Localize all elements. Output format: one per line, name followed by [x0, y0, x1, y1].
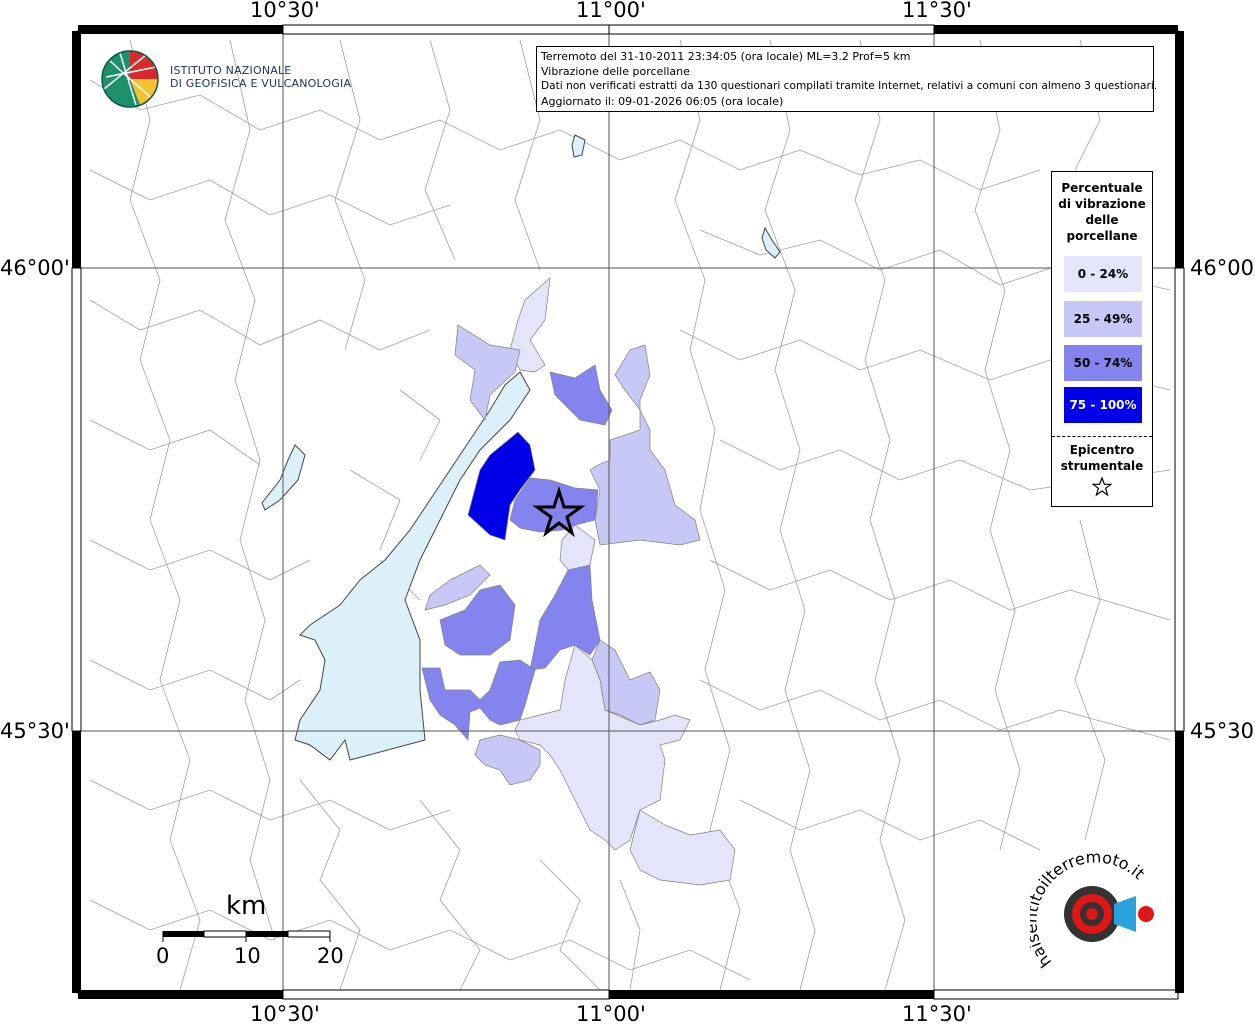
legend-class-25-49: 25 - 49% — [1064, 301, 1142, 337]
legend-title-line-4: porcellane — [1066, 229, 1138, 243]
ingv-line-1: Istituto Nazionale — [170, 64, 292, 77]
legend-title-line-3: delle — [1085, 213, 1119, 227]
scale-unit-label: km — [226, 891, 267, 921]
lon-label-top-2: 11°00' — [576, 0, 646, 22]
legend-class-0-24: 0 - 24% — [1064, 256, 1142, 292]
legend-title-line-2: di vibrazione — [1058, 197, 1146, 211]
legend-class-label: 25 - 49% — [1073, 312, 1133, 326]
legend-epi-line-2: strumentale — [1060, 459, 1144, 473]
legend-class-50-74: 50 - 74% — [1064, 345, 1142, 381]
event-info-line-1: Terremoto del 31-10-2011 23:34:05 (ora l… — [541, 50, 911, 63]
event-info-box: Terremoto del 31-10-2011 23:34:05 (ora l… — [536, 46, 1158, 112]
lat-label-right-2: 45°30' — [1190, 719, 1255, 743]
event-info-line-4: Aggiornato il: 09-01-2026 06:05 (ora loc… — [541, 95, 784, 108]
lon-label-bottom-3: 11°30' — [902, 1002, 972, 1026]
legend-title: Percentuale di vibrazione delle porcella… — [1052, 180, 1152, 244]
legend-epi-line-1: Epicentro — [1069, 443, 1135, 457]
lon-label-bottom-2: 11°00' — [576, 1002, 646, 1026]
legend-separator — [1052, 436, 1152, 437]
event-info-line-3: Dati non verificati estratti da 130 ques… — [541, 80, 1158, 92]
ingv-line-2: di Geofisica e Vulcanologia — [170, 77, 352, 90]
legend-class-label: 0 - 24% — [1077, 267, 1129, 281]
ingv-logo-text: Istituto Nazionale di Geofisica e Vulcan… — [170, 64, 351, 90]
lat-label-left-1: 46°00' — [0, 256, 70, 280]
event-info-line-2: Vibrazione delle porcellane — [541, 65, 690, 78]
legend-title-line-1: Percentuale — [1061, 181, 1143, 195]
lat-label-right-1: 46°00' — [1190, 256, 1255, 280]
legend-epicenter-label: Epicentro strumentale — [1052, 442, 1152, 474]
scale-tick-10: 10 — [234, 944, 261, 968]
ingv-globe-icon — [101, 50, 159, 108]
legend: Percentuale di vibrazione delle porcella… — [1051, 171, 1153, 507]
lat-label-left-2: 45°30' — [0, 719, 70, 743]
legend-class-label: 50 - 74% — [1073, 356, 1133, 370]
haisentito-logo-icon: haisentitoilterremoto.it — [1030, 852, 1154, 971]
scale-tick-20: 20 — [317, 944, 344, 968]
legend-class-75-100: 75 - 100% — [1064, 387, 1142, 423]
lon-label-top-1: 10°30' — [250, 0, 320, 22]
legend-class-label: 75 - 100% — [1069, 398, 1137, 412]
lon-label-bottom-1: 10°30' — [250, 1002, 320, 1026]
lon-label-top-3: 11°30' — [902, 0, 972, 22]
scale-tick-0: 0 — [156, 944, 170, 968]
legend-star-icon — [1092, 477, 1112, 497]
